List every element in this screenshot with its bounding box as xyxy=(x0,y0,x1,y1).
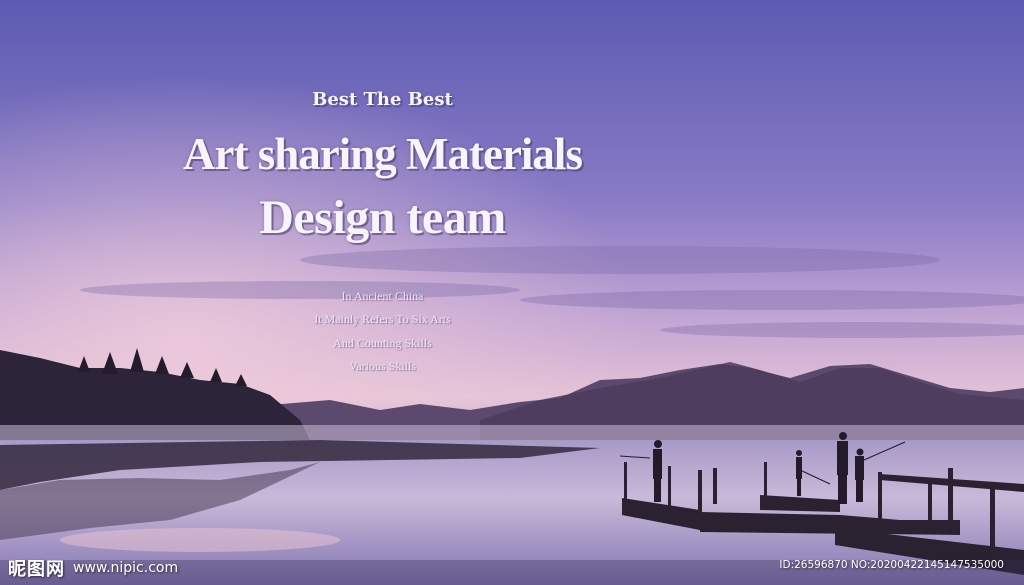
poster-scene: Best The Best Art sharing Materials Desi… xyxy=(0,0,1024,585)
subtext-line: In Ancient China xyxy=(341,289,424,303)
watermark-logo: 昵图网 xyxy=(8,559,65,580)
subtext-line: It Mainly Refers To Six Arts xyxy=(314,312,451,326)
watermark-site: www.nipic.com xyxy=(73,560,179,576)
title-line-2: Design team xyxy=(259,191,506,244)
kicker-text: Best The Best xyxy=(312,89,453,110)
subtext-line: And Counting Skills xyxy=(333,336,432,350)
title-line-1: Art sharing Materials xyxy=(183,129,583,179)
watermark-id: ID:26596870 NO:20200422145147535000 xyxy=(779,559,1004,571)
watermark-left: 昵图网 www.nipic.com xyxy=(8,555,178,581)
subtext-line: Various Skills xyxy=(348,359,416,373)
